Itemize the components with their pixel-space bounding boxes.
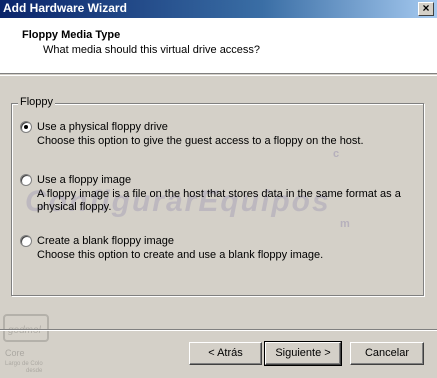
back-button[interactable]: < Atrás — [189, 342, 262, 365]
close-button[interactable]: × — [418, 2, 434, 16]
radio-blank-image[interactable] — [20, 235, 32, 247]
radio-floppy-image[interactable] — [20, 174, 32, 186]
cancel-button[interactable]: Cancelar — [350, 342, 424, 365]
radio-physical-drive[interactable] — [20, 121, 32, 133]
option-description: A floppy image is a file on the host tha… — [37, 188, 401, 213]
option-label[interactable]: Create a blank floppy image — [37, 235, 174, 247]
header-divider — [0, 75, 437, 76]
page-title: Floppy Media Type — [22, 29, 121, 41]
logo-line3: desde — [26, 368, 43, 373]
logo-line1: Core — [5, 348, 25, 358]
wizard-header: Floppy Media Type What media should this… — [0, 18, 437, 74]
option-label[interactable]: Use a floppy image — [37, 174, 131, 186]
option-description: Choose this option to give the guest acc… — [37, 135, 364, 147]
logo: godmol Core Largo de Colo desde — [2, 313, 57, 374]
option-label[interactable]: Use a physical floppy drive — [37, 121, 168, 133]
button-separator — [0, 329, 437, 331]
groupbox-label: Floppy — [18, 96, 56, 108]
window-title: Add Hardware Wizard — [3, 1, 127, 15]
next-button[interactable]: Siguiente > — [264, 341, 342, 366]
page-subtitle: What media should this virtual drive acc… — [43, 44, 261, 56]
close-icon: × — [422, 1, 430, 15]
logo-line2: Largo de Colo — [5, 361, 43, 367]
option-description: Choose this option to create and use a b… — [37, 249, 324, 261]
next-button-label: Siguiente > — [275, 347, 331, 359]
title-bar[interactable]: Add Hardware Wizard × — [0, 0, 437, 18]
